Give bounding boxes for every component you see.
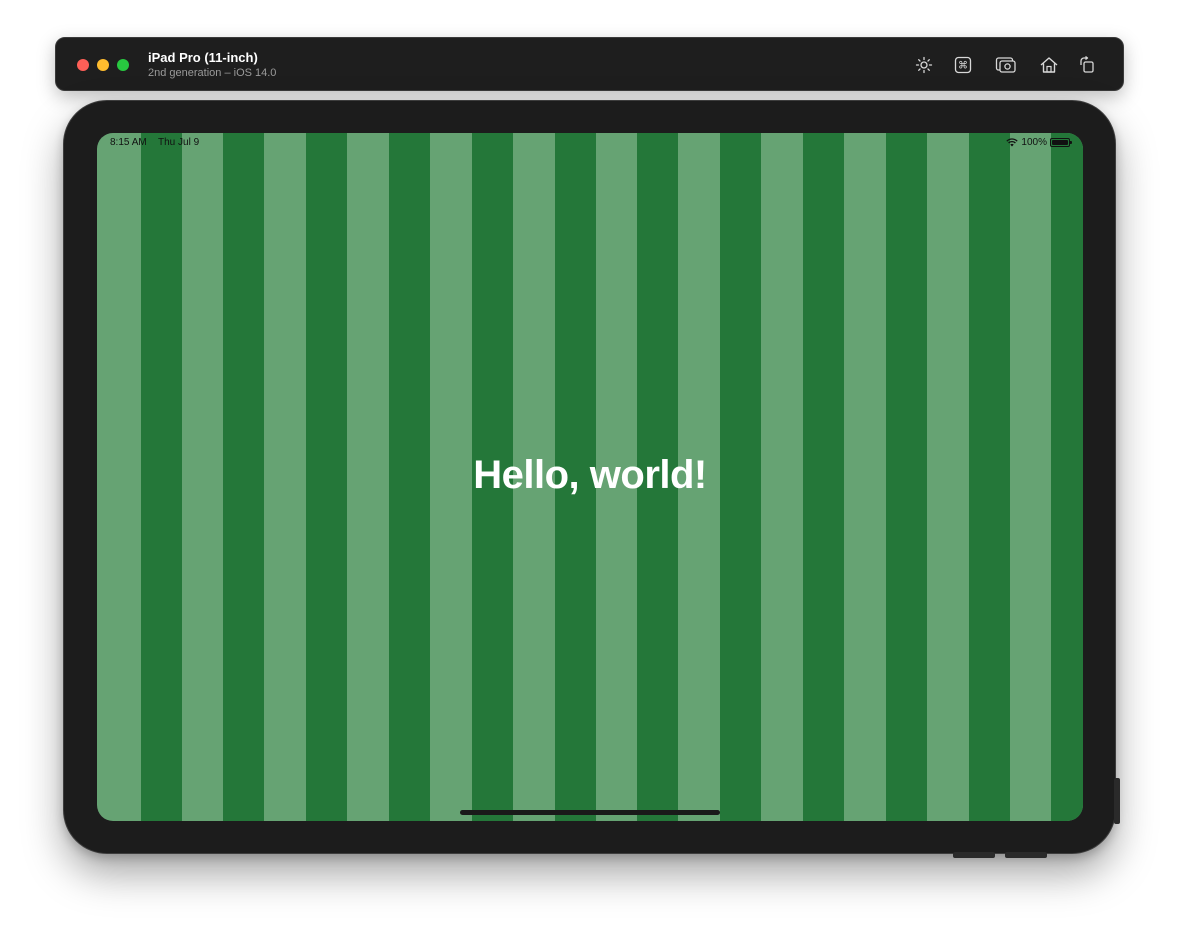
volume-down-button[interactable] <box>1005 852 1047 858</box>
window-title-block: iPad Pro (11-inch) 2nd generation – iOS … <box>148 50 276 80</box>
battery-full-icon <box>1050 138 1072 147</box>
brightness-button[interactable] <box>912 53 936 77</box>
rotate-button[interactable] <box>1075 53 1099 77</box>
volume-up-button[interactable] <box>953 852 995 858</box>
status-date: Thu Jul 9 <box>158 137 200 148</box>
minimize-window-button[interactable] <box>97 59 109 71</box>
home-button[interactable] <box>1037 53 1061 77</box>
command-icon: ⌘ <box>954 56 972 74</box>
device-screen[interactable]: 8:15 AM Thu Jul 9 100% Hello, world! <box>97 133 1083 821</box>
simulator-titlebar: iPad Pro (11-inch) 2nd generation – iOS … <box>55 37 1124 91</box>
status-bar: 8:15 AM Thu Jul 9 100% <box>97 133 1083 153</box>
screenshot-button[interactable] <box>994 53 1018 77</box>
hello-world-text: Hello, world! <box>473 453 707 497</box>
status-time: 8:15 AM <box>110 137 147 148</box>
zoom-window-button[interactable] <box>117 59 129 71</box>
brightness-icon <box>915 56 933 74</box>
keyboard-command-button[interactable]: ⌘ <box>951 53 975 77</box>
device-name: iPad Pro (11-inch) <box>148 50 258 65</box>
screenshot-icon <box>995 57 1016 73</box>
home-indicator[interactable] <box>460 810 720 815</box>
top-side-button[interactable] <box>1114 778 1120 824</box>
battery-percentage: 100% <box>1021 137 1047 148</box>
svg-text:⌘: ⌘ <box>958 61 968 72</box>
status-indicators: 100% <box>1006 137 1072 148</box>
wifi-icon <box>1006 138 1019 147</box>
rotate-icon <box>1080 56 1094 73</box>
close-window-button[interactable] <box>77 59 89 71</box>
home-icon <box>1040 57 1058 73</box>
device-subtitle: 2nd generation – iOS 14.0 <box>148 66 277 79</box>
